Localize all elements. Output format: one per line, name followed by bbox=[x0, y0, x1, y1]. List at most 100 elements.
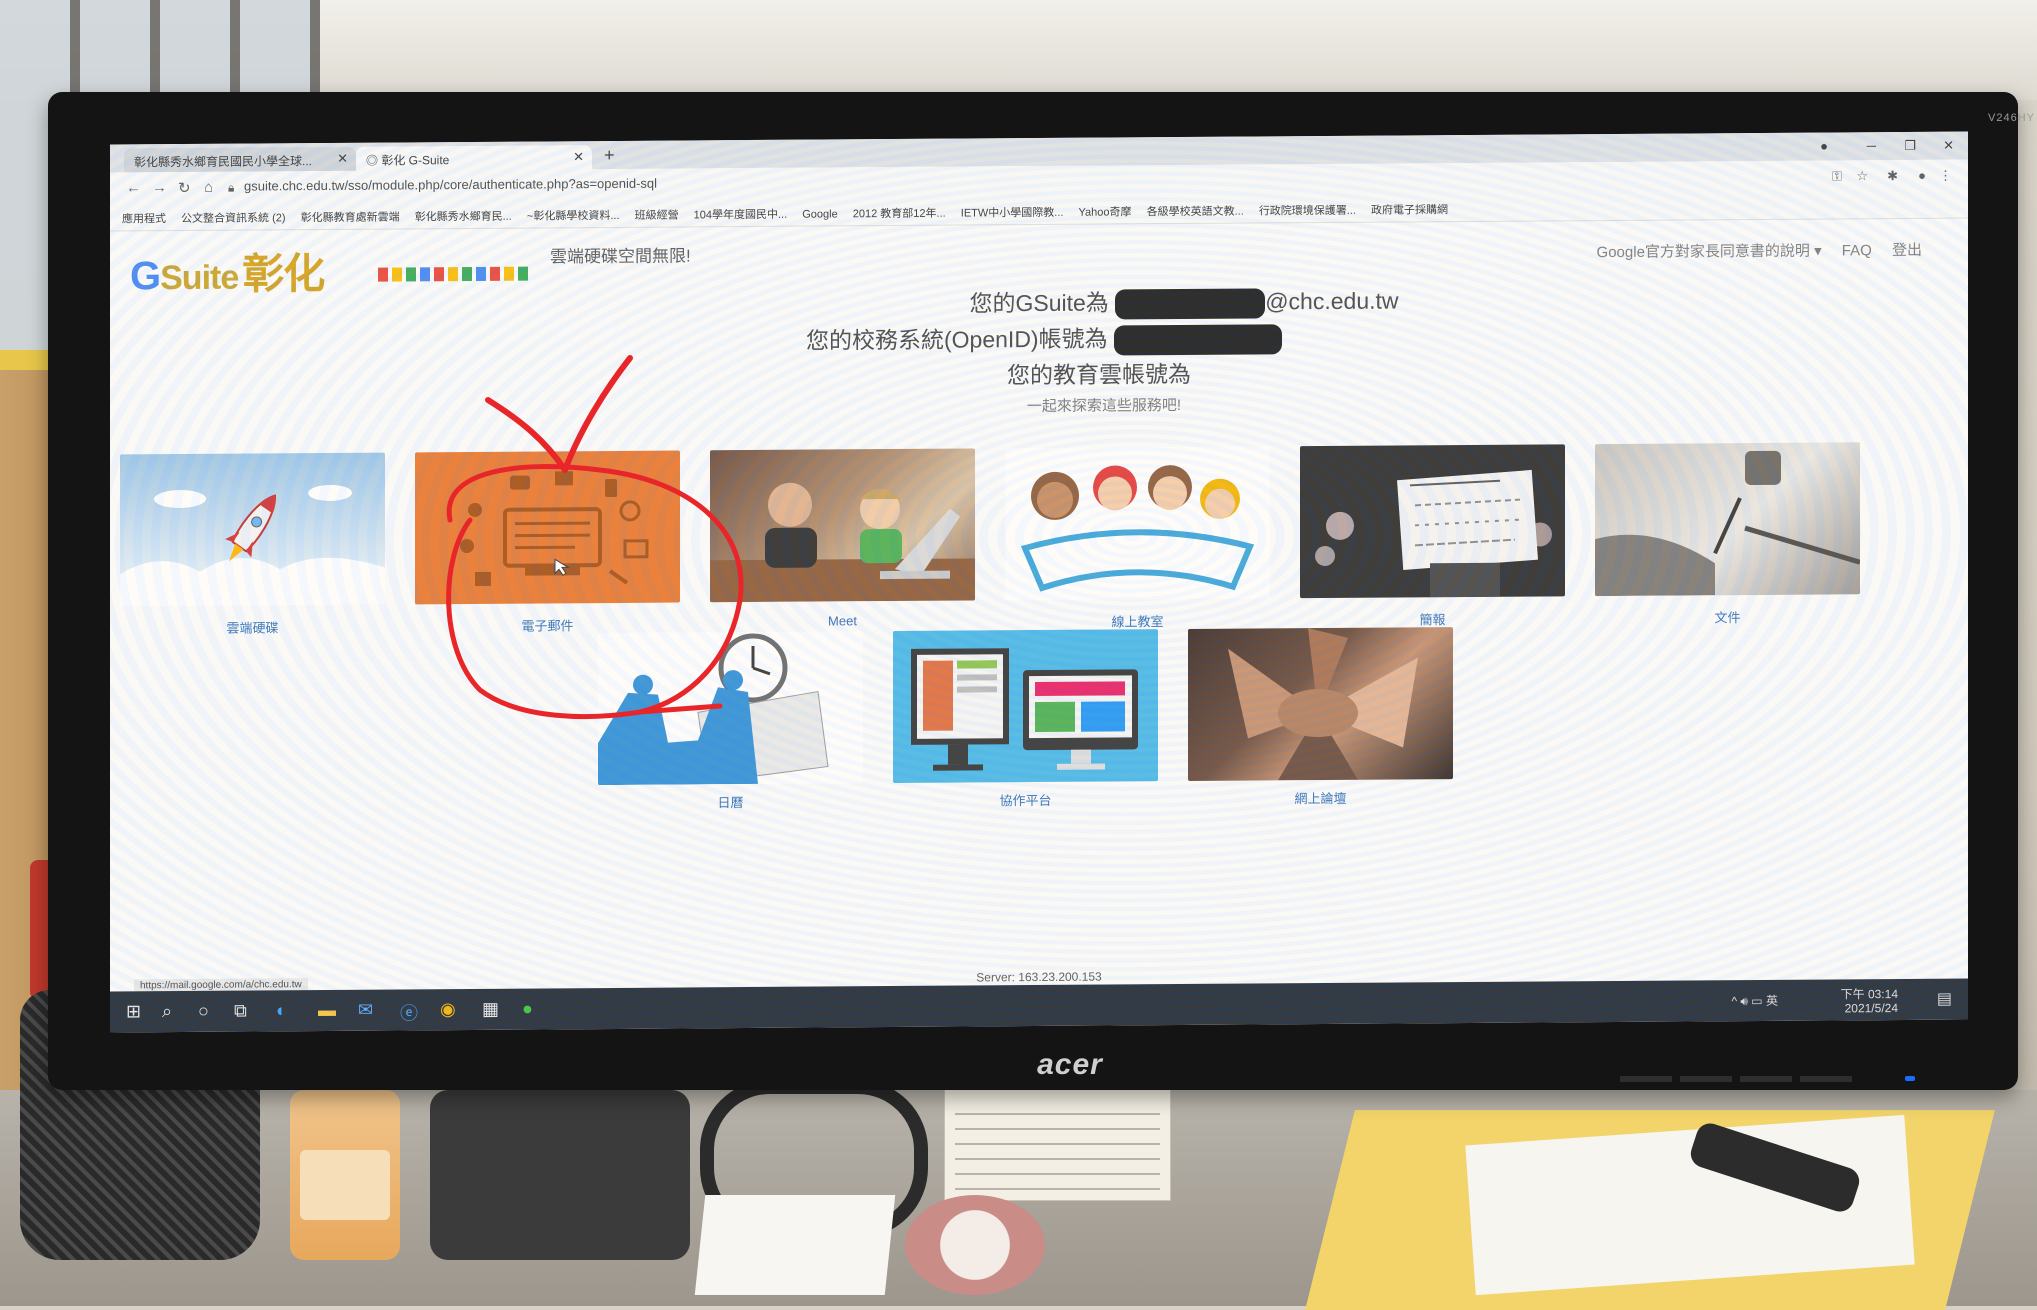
file-explorer-icon[interactable]: ▬ bbox=[318, 1000, 336, 1021]
slides-label[interactable]: 簡報 bbox=[1300, 608, 1565, 629]
maximize-icon[interactable]: ❐ bbox=[1904, 138, 1916, 154]
sites-label[interactable]: 協作平台 bbox=[893, 789, 1158, 810]
task-view-icon[interactable]: ⧉ bbox=[234, 1001, 247, 1022]
bookmark-item[interactable]: 彰化縣教育處新雲端 bbox=[301, 208, 400, 225]
ime-indicator[interactable]: 英 bbox=[1766, 994, 1778, 1008]
back-icon[interactable]: ← bbox=[126, 179, 141, 196]
cortana-icon[interactable]: ○ bbox=[198, 1001, 209, 1022]
calculator-icon[interactable]: ▦ bbox=[482, 999, 499, 1020]
account-info: 您的GSuite為 @chc.edu.tw 您的校務系統(OpenID)帳號為 … bbox=[110, 279, 1968, 423]
time: 下午 03:14 bbox=[1841, 987, 1898, 1001]
slogan: 雲端硬碟空間無限! bbox=[550, 241, 691, 267]
bookmark-item[interactable]: 政府電子採購網 bbox=[1371, 201, 1448, 218]
system-tray[interactable]: ^ 🔊︎ ▭ 英 bbox=[1731, 992, 1778, 1009]
bookmark-item[interactable]: 彰化縣秀水鄉育民... bbox=[415, 208, 512, 225]
monitor-buttons bbox=[1620, 1076, 1860, 1082]
bookmark-item[interactable]: 班級經營 bbox=[635, 207, 679, 223]
calendar-label[interactable]: 日曆 bbox=[598, 791, 863, 812]
forward-icon[interactable]: → bbox=[152, 179, 167, 196]
sites-tile[interactable] bbox=[893, 629, 1158, 783]
gsuite-page: GSuite彰化 雲端硬碟空間無限! Google官方對家長同意書的說明 ▾ F… bbox=[110, 219, 1968, 992]
groups-tile[interactable] bbox=[1188, 627, 1453, 781]
sites-icon bbox=[893, 629, 1158, 783]
mail-icon[interactable]: ✉ bbox=[358, 1000, 373, 1021]
tab-label: 彰化縣秀水鄉育民國民小學全球... bbox=[134, 154, 312, 169]
meet-label[interactable]: Meet bbox=[710, 612, 975, 629]
windows-start-icon[interactable]: ⊞ bbox=[126, 1001, 141, 1022]
mail-tile[interactable] bbox=[415, 451, 680, 605]
edge-icon[interactable]: ◐ bbox=[276, 1000, 287, 1021]
drive-label[interactable]: 雲端硬碟 bbox=[120, 617, 385, 638]
lock-icon: 🔒︎ bbox=[228, 181, 234, 196]
line-icon[interactable]: ● bbox=[522, 999, 533, 1020]
presentation-icon bbox=[1300, 444, 1565, 598]
window-close-icon[interactable]: ✕ bbox=[1943, 138, 1954, 154]
meet-tile[interactable] bbox=[710, 448, 975, 602]
redacted-block bbox=[1115, 288, 1265, 319]
reload-icon[interactable]: ↻ bbox=[178, 179, 191, 197]
tab-gsuite[interactable]: ◎ 彰化 G-Suite ✕ bbox=[356, 145, 592, 171]
profile-icon[interactable]: ● bbox=[1820, 138, 1828, 153]
account-icon[interactable]: ● bbox=[1918, 168, 1926, 183]
tissue bbox=[695, 1195, 896, 1295]
globe-icon: ◎ bbox=[366, 154, 381, 168]
bookmark-item[interactable]: Google bbox=[802, 208, 837, 220]
bookmark-item[interactable]: 公文整合資訊系統 (2) bbox=[181, 209, 286, 226]
new-tab-button[interactable]: + bbox=[604, 145, 615, 166]
bookmark-item[interactable]: ~彰化縣學校資料... bbox=[527, 207, 620, 224]
url-input[interactable]: gsuite.chc.edu.tw/sso/module.php/core/au… bbox=[244, 176, 657, 194]
classroom-icon bbox=[1005, 446, 1270, 600]
bookmark-item[interactable]: 2012 教育部12年... bbox=[853, 205, 946, 222]
monitor-model: V246HY bbox=[1988, 112, 2035, 124]
bookmark-item[interactable]: 各級學校英語文教... bbox=[1147, 203, 1244, 220]
logout-link[interactable]: 登出 bbox=[1892, 242, 1922, 259]
star-icon[interactable]: ☆ bbox=[1856, 168, 1868, 184]
date: 2021/5/24 bbox=[1845, 1001, 1898, 1015]
calendar-icon bbox=[598, 631, 863, 785]
document-icon bbox=[1595, 442, 1860, 596]
extensions-icon[interactable]: ✱ bbox=[1887, 168, 1898, 184]
parent-consent-link[interactable]: Google官方對家長同意書的說明 ▾ bbox=[1597, 243, 1822, 262]
notification-icon[interactable]: ▤ bbox=[1937, 989, 1952, 1009]
bookmark-item[interactable]: Yahoo奇摩 bbox=[1079, 203, 1132, 219]
clock[interactable]: 下午 03:142021/5/24 bbox=[1841, 987, 1898, 1015]
gsuite-domain: @chc.edu.tw bbox=[1265, 287, 1398, 314]
bottle-label bbox=[300, 1150, 390, 1220]
app-icons-strip bbox=[378, 267, 528, 282]
ie-icon[interactable]: ⓔ bbox=[400, 999, 418, 1025]
screen: 彰化縣秀水鄉育民國民小學全球... ✕ ◎ 彰化 G-Suite ✕ + ● ─ ❐… bbox=[110, 132, 1968, 1033]
key-icon[interactable]: ⚿ bbox=[1832, 168, 1842, 184]
redacted-block bbox=[1114, 324, 1282, 355]
bookmark-item[interactable]: IETW中小學國際教... bbox=[961, 204, 1064, 221]
classroom-tile[interactable] bbox=[1005, 446, 1270, 600]
search-icon[interactable]: ⌕ bbox=[162, 1001, 172, 1022]
top-nav: Google官方對家長同意書的說明 ▾ FAQ 登出 bbox=[1581, 239, 1922, 262]
rocket-icon bbox=[120, 453, 385, 607]
tin-box bbox=[905, 1195, 1045, 1295]
tab-school[interactable]: 彰化縣秀水鄉育民國民小學全球... ✕ bbox=[124, 147, 356, 173]
bookmark-item[interactable]: 104學年度國民中... bbox=[694, 206, 788, 223]
calendar-tile[interactable] bbox=[598, 631, 863, 785]
menu-icon[interactable]: ⋮ bbox=[1939, 168, 1952, 184]
black-bag bbox=[430, 1090, 690, 1260]
minimize-icon[interactable]: ─ bbox=[1867, 138, 1876, 153]
faq-link[interactable]: FAQ bbox=[1842, 242, 1872, 259]
bookmark-item[interactable]: 行政院環境保護署... bbox=[1259, 202, 1356, 219]
chrome-icon[interactable]: ◉ bbox=[440, 999, 456, 1020]
close-icon[interactable]: ✕ bbox=[573, 149, 584, 165]
mail-computer-icon bbox=[415, 451, 680, 605]
tab-label: 彰化 G-Suite bbox=[381, 153, 449, 167]
slides-tile[interactable] bbox=[1300, 444, 1565, 598]
groups-icon bbox=[1188, 627, 1453, 781]
power-led bbox=[1905, 1076, 1915, 1081]
bookmark-item[interactable]: 應用程式 bbox=[122, 210, 166, 226]
docs-tile[interactable] bbox=[1595, 442, 1860, 596]
drive-tile[interactable] bbox=[120, 453, 385, 607]
docs-label[interactable]: 文件 bbox=[1595, 606, 1860, 627]
home-icon[interactable]: ⌂ bbox=[204, 179, 213, 196]
openid-label: 您的校務系統(OpenID)帳號為 bbox=[806, 326, 1108, 354]
groups-label[interactable]: 網上論壇 bbox=[1188, 787, 1453, 808]
monitor-brand: acer bbox=[1010, 1048, 1130, 1082]
gsuite-label: 您的GSuite為 bbox=[969, 290, 1108, 317]
close-icon[interactable]: ✕ bbox=[337, 151, 348, 167]
